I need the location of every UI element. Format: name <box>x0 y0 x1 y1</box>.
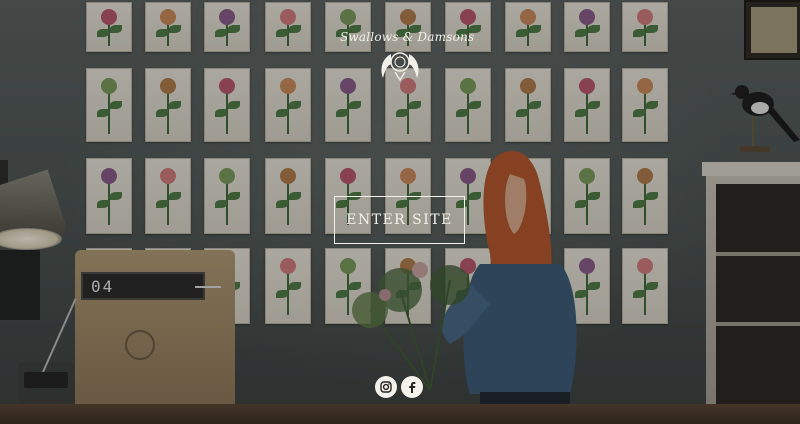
instagram-link[interactable] <box>375 376 397 398</box>
facebook-link[interactable] <box>401 376 423 398</box>
brand-logo[interactable]: Swallows & Damsons <box>340 30 475 86</box>
instagram-icon <box>380 381 392 393</box>
facebook-icon <box>409 382 416 393</box>
enter-site-button[interactable]: ENTER SITE <box>334 196 465 244</box>
brand-name: Swallows & Damsons <box>340 30 475 44</box>
swallows-emblem-icon <box>381 52 419 82</box>
